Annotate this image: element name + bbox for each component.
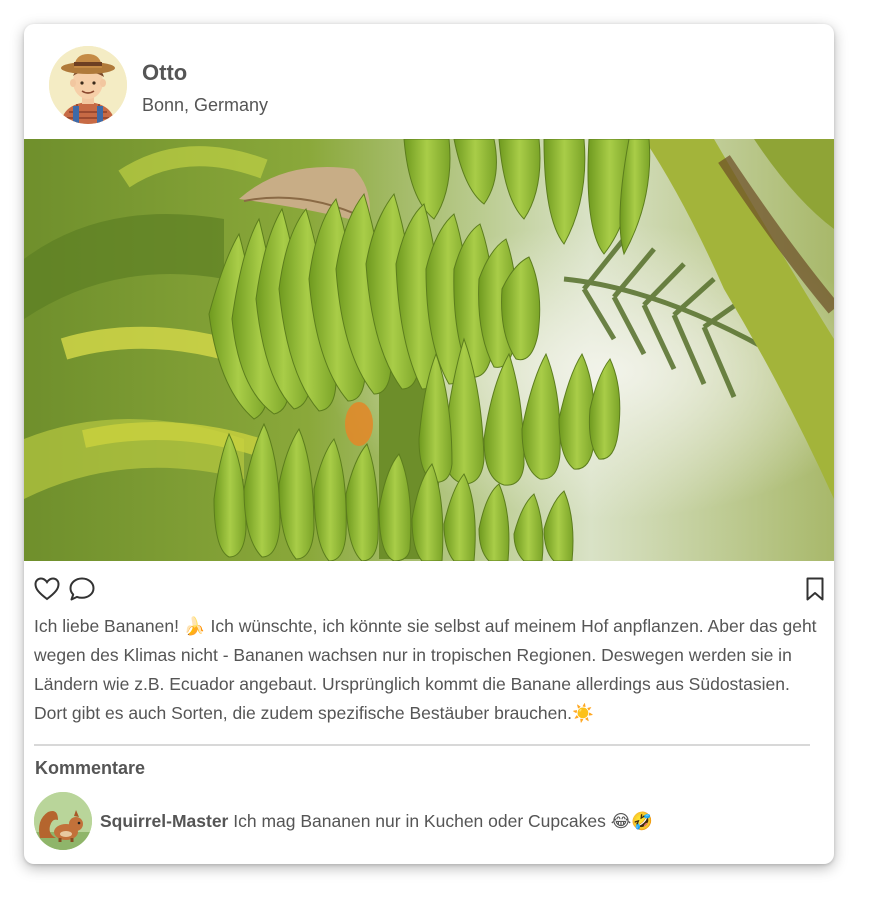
post-image[interactable] <box>24 139 834 561</box>
banana-bunch-image <box>24 139 834 561</box>
comment-author[interactable]: Squirrel-Master <box>100 811 228 831</box>
comments-divider <box>34 744 810 746</box>
comment-icon <box>69 577 95 601</box>
farmer-avatar-icon <box>49 46 127 124</box>
comment-button[interactable] <box>68 575 96 603</box>
comment-text-line: Squirrel-Master Ich mag Bananen nur in K… <box>100 811 653 832</box>
comment-body: Ich mag Bananen nur in Kuchen oder Cupca… <box>233 811 653 831</box>
post-actions <box>24 561 834 607</box>
post-caption: Ich liebe Bananen! 🍌 Ich wünschte, ich k… <box>34 616 817 723</box>
author-location: Bonn, Germany <box>142 95 269 115</box>
post-header: Otto Bonn, Germany <box>24 24 834 139</box>
author-avatar[interactable] <box>49 46 127 124</box>
post-card: Otto Bonn, Germany Ich liebe Bananen! 🍌 … <box>24 24 834 864</box>
comment-item: Squirrel-Master Ich mag Bananen nur in K… <box>34 792 824 852</box>
bookmark-icon <box>806 577 824 601</box>
author-name[interactable]: Otto <box>142 60 187 86</box>
commenter-avatar[interactable] <box>34 792 92 850</box>
bookmark-button[interactable] <box>801 575 829 603</box>
like-button[interactable] <box>33 575 61 603</box>
heart-icon <box>34 577 60 601</box>
comments-heading: Kommentare <box>35 758 146 778</box>
squirrel-avatar-icon <box>34 792 92 850</box>
